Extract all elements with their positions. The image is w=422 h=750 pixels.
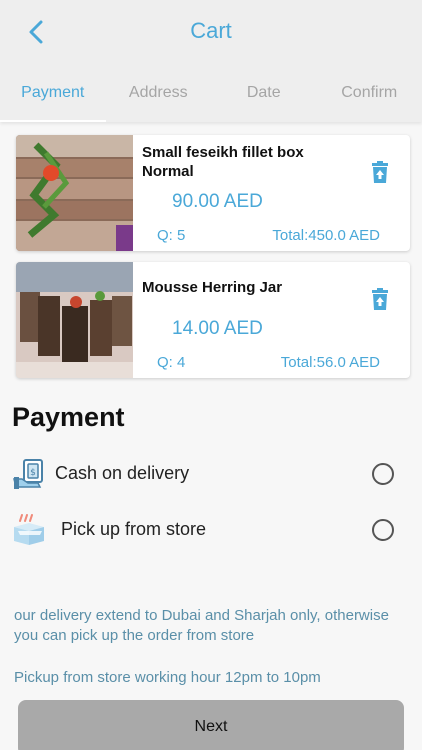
store-box-icon <box>14 514 44 545</box>
tab-address[interactable]: Address <box>106 78 212 122</box>
cash-label: Cash on delivery <box>55 463 190 483</box>
payment-option-cash[interactable]: $ Cash on delivery <box>12 455 410 495</box>
payment-heading: Payment <box>12 402 125 432</box>
product-name: Mousse Herring Jar <box>142 279 283 296</box>
next-button[interactable]: Next <box>18 700 404 750</box>
product-quantity: Q: 4 <box>157 354 186 371</box>
pickup-hours-note: Pickup from store working hour 12pm to 1… <box>14 669 321 686</box>
pickup-radio[interactable] <box>372 519 394 541</box>
checkout-steps: Payment Address Date Confirm <box>0 78 422 122</box>
product-price: 14.00 AED <box>172 318 263 339</box>
delivery-note: our delivery extend to Dubai and Sharjah… <box>14 607 389 644</box>
cash-hand-icon: $ <box>13 459 43 489</box>
product-name: Small feseikh fillet box Normal <box>142 144 304 180</box>
trash-icon[interactable] <box>370 288 390 310</box>
pickup-label: Pick up from store <box>61 519 207 539</box>
payment-option-pickup[interactable]: Pick up from store <box>12 511 410 551</box>
page-title: Cart <box>190 18 232 43</box>
product-image <box>16 262 133 378</box>
product-price: 90.00 AED <box>172 191 263 212</box>
app-header: Cart Payment Address Date Confirm <box>0 0 422 122</box>
cart-item: Mousse Herring Jar 14.00 AED Q: 4 Total:… <box>16 262 410 378</box>
tab-date[interactable]: Date <box>211 78 317 122</box>
svg-text:$: $ <box>30 468 36 478</box>
product-image <box>16 135 133 251</box>
product-quantity: Q: 5 <box>157 227 186 244</box>
trash-icon[interactable] <box>370 161 390 183</box>
cart-item: Small feseikh fillet box Normal 90.00 AE… <box>16 135 410 251</box>
cash-radio[interactable] <box>372 463 394 485</box>
tab-confirm[interactable]: Confirm <box>317 78 422 122</box>
product-total: Total:450.0 AED <box>272 227 380 244</box>
tab-payment[interactable]: Payment <box>0 78 106 122</box>
product-total: Total:56.0 AED <box>280 354 380 371</box>
